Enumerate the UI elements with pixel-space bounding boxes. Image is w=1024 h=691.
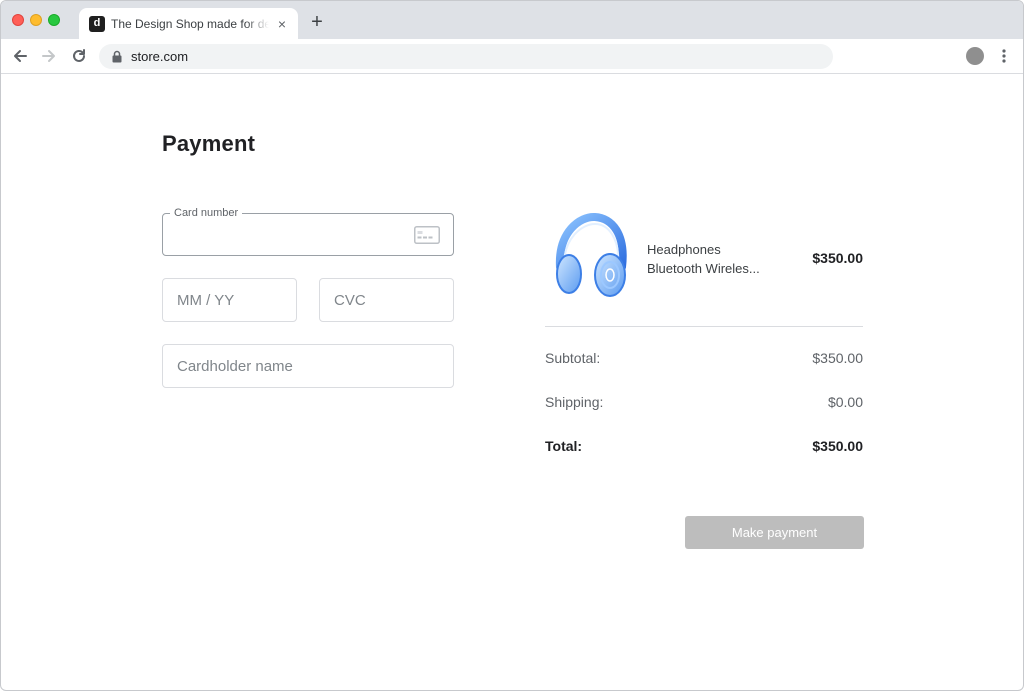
summary-divider	[545, 326, 863, 327]
make-payment-button[interactable]: Make payment	[685, 516, 864, 549]
active-tab[interactable]: d The Design Shop made for designers ×	[79, 8, 298, 39]
subtotal-label: Subtotal:	[545, 350, 601, 366]
url-text: store.com	[131, 49, 189, 64]
address-bar[interactable]: store.com	[99, 44, 833, 69]
expiry-field[interactable]	[162, 278, 297, 322]
browser-menu-icon[interactable]	[998, 48, 1010, 64]
credit-card-icon	[414, 226, 440, 244]
product-price: $350.00	[812, 250, 863, 266]
back-icon[interactable]	[10, 46, 30, 66]
shipping-label: Shipping:	[545, 394, 604, 410]
cvc-field[interactable]	[319, 278, 454, 322]
browser-window: d The Design Shop made for designers × +…	[0, 0, 1024, 691]
tab-title: The Design Shop made for designers	[111, 17, 269, 31]
tab-close-icon[interactable]: ×	[274, 16, 290, 32]
tab-strip: d The Design Shop made for designers × +	[1, 1, 1023, 39]
card-number-input[interactable]	[163, 214, 453, 255]
total-label: Total:	[545, 438, 583, 454]
browser-toolbar: store.com	[1, 39, 1023, 74]
card-number-label: Card number	[170, 206, 243, 220]
reload-icon[interactable]	[69, 46, 89, 66]
site-favicon-icon: d	[89, 16, 105, 32]
page-title: Payment	[162, 131, 256, 156]
total-value: $350.00	[812, 438, 863, 454]
new-tab-button[interactable]: +	[307, 12, 327, 32]
expiry-input[interactable]	[163, 279, 296, 321]
shipping-value: $0.00	[827, 394, 863, 410]
card-number-field[interactable]: Card number	[162, 206, 454, 256]
subtotal-value: $350.00	[812, 350, 863, 366]
close-window-icon[interactable]	[12, 14, 24, 26]
minimize-window-icon[interactable]	[30, 14, 42, 26]
lock-icon	[111, 50, 123, 63]
cvc-input[interactable]	[320, 279, 453, 321]
maximize-window-icon[interactable]	[48, 14, 60, 26]
cardholder-name-input[interactable]	[163, 345, 453, 387]
payment-page: Payment Card number MM / YY CVC Cardhold…	[1, 74, 1023, 690]
profile-avatar-icon[interactable]	[966, 47, 984, 65]
forward-icon[interactable]	[39, 46, 59, 66]
cardholder-field[interactable]	[162, 344, 454, 388]
headphones-image	[550, 212, 630, 302]
